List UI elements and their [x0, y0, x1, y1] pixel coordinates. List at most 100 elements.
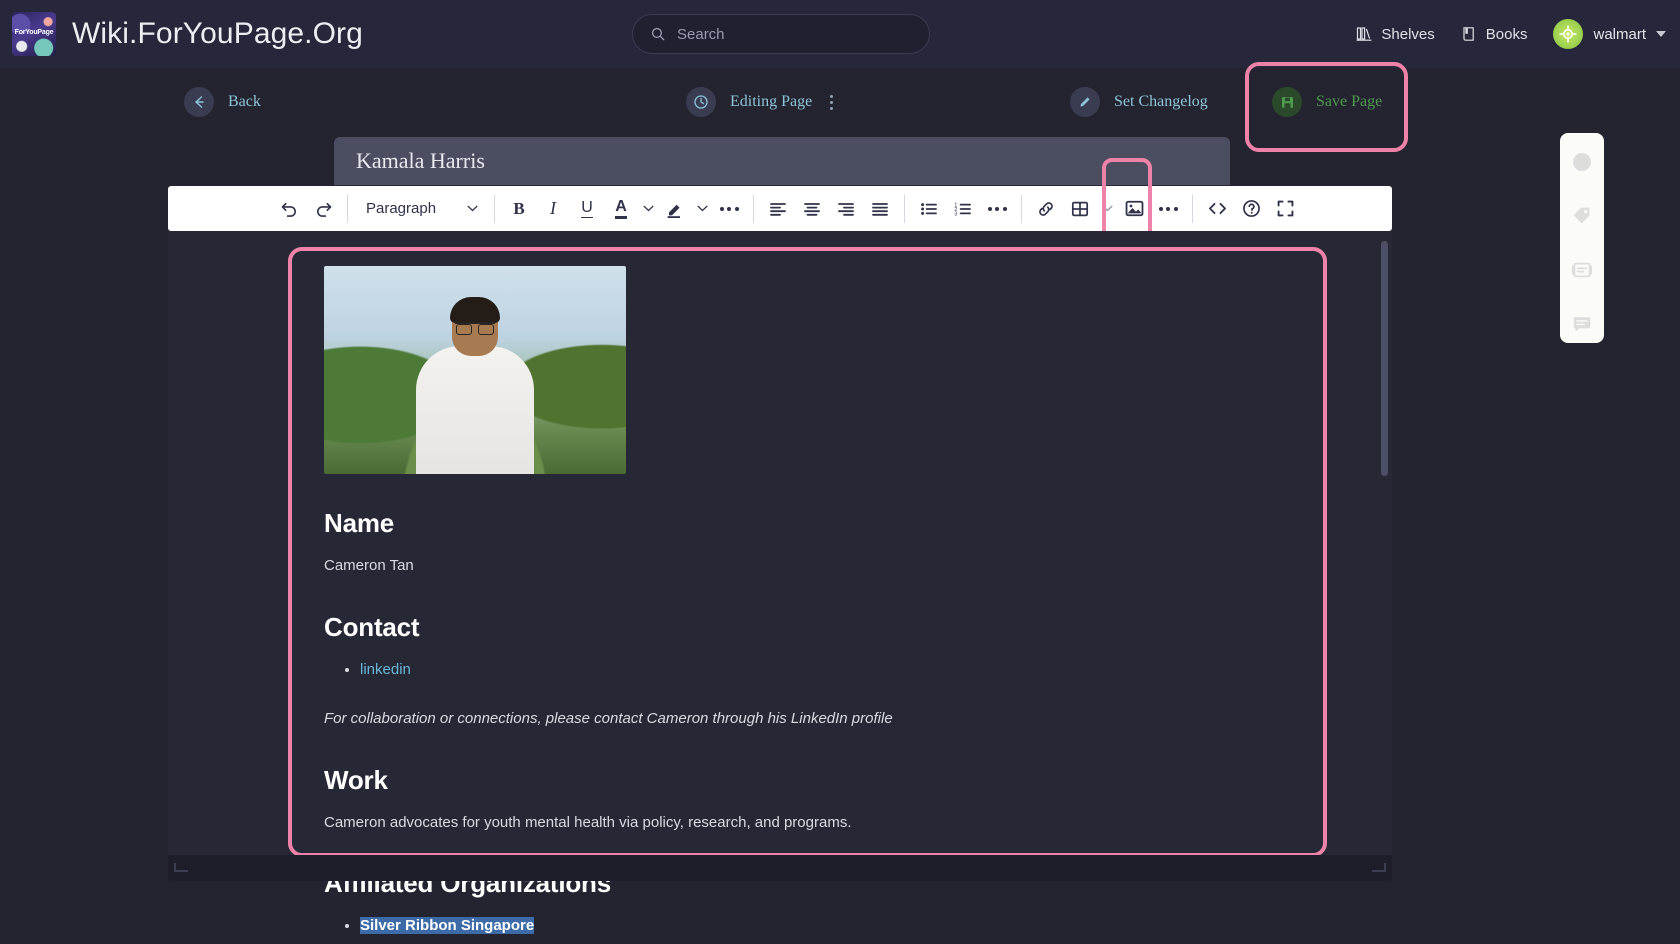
chevron-down-icon: [696, 205, 708, 212]
nav-books[interactable]: Books: [1461, 26, 1527, 43]
toolbar-divider: [494, 194, 495, 223]
text-color-button[interactable]: A: [604, 192, 638, 226]
table-icon: [1071, 201, 1089, 216]
toolbar-divider: [753, 194, 754, 223]
content-scrollbar[interactable]: [1381, 241, 1388, 476]
fullscreen-button[interactable]: [1268, 192, 1302, 226]
nav-shelves-label: Shelves: [1381, 25, 1435, 43]
underline-button[interactable]: U: [570, 192, 604, 226]
source-code-button[interactable]: [1200, 192, 1234, 226]
brand[interactable]: ForYouPage Wiki.ForYouPage.Org: [0, 12, 363, 56]
link-button[interactable]: [1029, 192, 1063, 226]
align-right-button[interactable]: [829, 192, 863, 226]
align-center-icon: [804, 202, 820, 216]
table-button[interactable]: [1063, 192, 1097, 226]
paragraph-work: Cameron advocates for youth mental healt…: [324, 813, 852, 831]
document-body[interactable]: Name Cameron Tan Contact linkedin For co…: [324, 266, 1324, 939]
user-menu[interactable]: walmart: [1553, 19, 1666, 49]
save-page-label: Save Page: [1316, 93, 1383, 110]
more-list-button[interactable]: [980, 192, 1014, 226]
bold-button[interactable]: B: [502, 192, 536, 226]
list-item: linkedin: [360, 657, 1324, 683]
block-format-select[interactable]: Paragraph: [355, 192, 487, 226]
figure-hair: [450, 297, 500, 323]
arrow-left-icon: [184, 87, 214, 117]
shelves-icon: [1357, 27, 1372, 41]
header-actions: Shelves Books walmart: [1356, 0, 1666, 68]
nav-shelves[interactable]: Shelves: [1356, 25, 1435, 43]
resize-handle-right[interactable]: [1372, 863, 1386, 872]
align-center-button[interactable]: [795, 192, 829, 226]
comment-icon[interactable]: [1569, 311, 1595, 337]
search-input[interactable]: Search: [677, 26, 725, 43]
ellipsis-icon: [719, 206, 739, 211]
search-box[interactable]: Search: [632, 14, 930, 54]
italic-button[interactable]: I: [536, 192, 570, 226]
figure-glasses: [455, 322, 495, 335]
collapse-left-icon[interactable]: [1569, 149, 1595, 175]
pencil-icon: [1070, 87, 1100, 117]
highlight-button[interactable]: [658, 192, 692, 226]
chevron-down-icon: [467, 205, 478, 212]
avatar-pattern-icon: [1559, 25, 1577, 43]
site-title[interactable]: Wiki.ForYouPage.Org: [72, 17, 363, 51]
search-container: Search: [632, 14, 930, 54]
editor-toolbar: Paragraph B I U A 1 2 3: [168, 186, 1392, 231]
toolbar-align-group: [761, 186, 897, 231]
more-insert-button[interactable]: [1151, 192, 1185, 226]
numbered-list-icon: 123: [954, 202, 971, 217]
toolbar-divider: [1192, 194, 1193, 223]
document-image[interactable]: [324, 266, 626, 474]
highlight-dropdown[interactable]: [692, 192, 712, 226]
help-icon: [1242, 200, 1260, 217]
clock-icon: [686, 87, 716, 117]
image-icon: [1125, 200, 1143, 217]
chevron-down-icon: [642, 205, 654, 212]
paragraph-name-value: Cameron Tan: [324, 557, 414, 574]
align-left-button[interactable]: [761, 192, 795, 226]
block-format-value: Paragraph: [366, 200, 437, 217]
linkedin-link[interactable]: linkedin: [360, 661, 411, 678]
table-dropdown[interactable]: [1097, 192, 1117, 226]
template-icon[interactable]: [1569, 257, 1595, 283]
insert-image-button[interactable]: [1117, 192, 1151, 226]
bold-icon: B: [513, 198, 525, 218]
marker-icon: [667, 204, 680, 218]
redo-icon[interactable]: [306, 192, 340, 226]
search-icon: [651, 27, 665, 41]
help-button[interactable]: [1234, 192, 1268, 226]
heading-name: Name: [324, 508, 395, 538]
bullet-list-button[interactable]: [912, 192, 946, 226]
numbered-list-button[interactable]: 123: [946, 192, 980, 226]
text-color-dropdown[interactable]: [638, 192, 658, 226]
avatar: [1553, 19, 1584, 49]
toolbar-divider: [1021, 194, 1022, 223]
site-logo-icon: ForYouPage: [12, 12, 56, 56]
toolbar-list-group: 123: [912, 186, 1014, 231]
set-changelog-label: Set Changelog: [1114, 93, 1208, 110]
align-left-icon: [770, 202, 786, 216]
contact-list: linkedin: [324, 657, 1324, 683]
heading-contact: Contact: [324, 611, 420, 642]
ellipsis-icon: [987, 206, 1007, 211]
page-title-input[interactable]: Kamala Harris: [334, 137, 1230, 185]
set-changelog-button[interactable]: Set Changelog: [1070, 82, 1208, 122]
kebab-menu-icon[interactable]: [830, 94, 834, 110]
selected-text[interactable]: Silver Ribbon Singapore: [360, 917, 535, 934]
save-page-button[interactable]: Save Page: [1272, 82, 1382, 122]
figure-body: [416, 346, 534, 474]
resize-handle-left[interactable]: [174, 863, 188, 872]
bullet-list-icon: [921, 202, 937, 215]
tag-icon[interactable]: [1569, 203, 1595, 229]
undo-icon[interactable]: [272, 192, 306, 226]
editor-bottom-strip: [168, 855, 1392, 881]
text-color-icon: A: [615, 198, 627, 220]
back-button[interactable]: Back: [184, 82, 261, 122]
heading-work: Work: [324, 764, 388, 795]
align-justify-button[interactable]: [863, 192, 897, 226]
editing-page-status[interactable]: Editing Page: [686, 82, 834, 122]
editor-content-area[interactable]: Name Cameron Tan Contact linkedin For co…: [168, 231, 1392, 934]
toolbar-history-group: [272, 186, 340, 231]
more-text-format-button[interactable]: [712, 192, 746, 226]
underline-icon: U: [581, 199, 593, 218]
